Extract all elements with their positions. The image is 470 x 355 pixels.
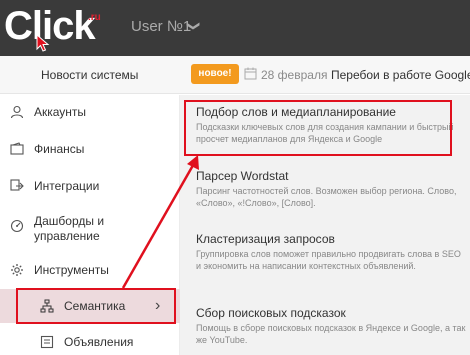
menu-item-clustering[interactable]: Кластеризация запросов Группировка слов …: [196, 232, 468, 272]
menu-item-title: Кластеризация запросов: [196, 232, 335, 246]
menu-item-search-suggestions[interactable]: Сбор поисковых подсказок Помощь в сборе …: [196, 306, 468, 346]
user-menu[interactable]: User №1: [131, 18, 191, 35]
sidebar-item-label: Дашборды и управление: [34, 214, 105, 243]
user-icon: [10, 105, 24, 119]
gear-icon: [11, 264, 23, 276]
news-date: 28 февраля: [261, 68, 328, 82]
menu-item-description: Парсинг частотностей слов. Возможен выбо…: [196, 186, 457, 208]
chevron-down-icon[interactable]: ❯: [185, 21, 201, 32]
new-badge: новое!: [191, 64, 239, 84]
calendar-icon: [244, 67, 257, 80]
sidebar-item-finance[interactable]: Финансы: [0, 141, 180, 165]
cursor-icon: [36, 34, 50, 52]
sidebar-item-label: Аккаунты: [34, 105, 87, 119]
sidebar-item-label: Финансы: [34, 142, 85, 156]
highlight-box-semantics: [16, 288, 176, 324]
sidebar-item-label: Интеграции: [34, 179, 100, 193]
menu-item-title: Парсер Wordstat: [196, 169, 289, 183]
menu-item-wordstat-parser[interactable]: Парсер Wordstat Парсинг частотностей сло…: [196, 169, 468, 209]
top-bar: Click .ru User №1 ❯: [0, 0, 470, 56]
sidebar-item-integrations[interactable]: Интеграции: [0, 178, 180, 202]
highlight-box-word-selection: [184, 100, 452, 156]
sidebar-item-label: Объявления: [64, 335, 134, 349]
wallet-icon: [10, 142, 24, 155]
menu-item-description: Помощь в сборе поисковых подсказок в Янд…: [196, 323, 466, 345]
sidebar-item-dashboards[interactable]: Дашборды и управление: [0, 213, 180, 247]
logo-suffix: .ru: [88, 12, 101, 23]
sidebar-item-accounts[interactable]: Аккаунты: [0, 104, 180, 128]
news-bar: Новости системы новое! 28 февраля Перебо…: [0, 56, 470, 94]
click-logo[interactable]: Click .ru: [4, 4, 114, 52]
sidebar-item-label: Инструменты: [34, 263, 109, 277]
news-link[interactable]: Перебои в работе Google: [331, 68, 470, 82]
dashboard-icon: [10, 219, 24, 233]
sidebar-item-ads[interactable]: Объявления: [0, 327, 180, 355]
news-title: Новости системы: [41, 68, 139, 82]
sidebar-item-tools[interactable]: Инструменты: [0, 263, 180, 287]
menu-item-description: Группировка слов поможет правильно продв…: [196, 249, 461, 271]
integration-icon: [10, 179, 24, 191]
menu-item-title: Сбор поисковых подсказок: [196, 306, 346, 320]
ad-icon: [40, 335, 54, 349]
